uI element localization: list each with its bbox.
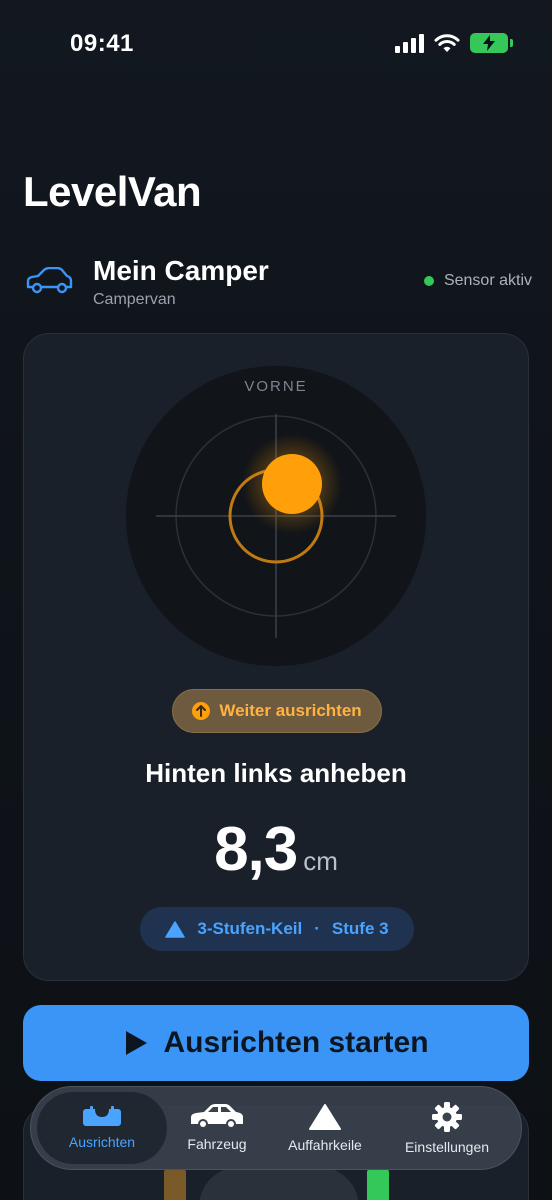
vehicle-selector[interactable]: Mein Camper Campervan Sensor aktiv [24, 255, 532, 311]
signal-icon [395, 33, 424, 53]
start-leveling-label: Ausrichten starten [163, 1026, 429, 1059]
tab-auffahrkeile-label: Auffahrkeile [288, 1137, 362, 1153]
screen: 09:41 LevelVan Mein Camper Campervan Sen… [0, 0, 552, 1200]
triangle-icon [165, 920, 186, 938]
wheel-indicator-right [367, 1169, 389, 1200]
status-bar: 09:41 [0, 0, 552, 90]
leveling-instruction: Hinten links anheben [145, 758, 407, 788]
status-pill-label: Weiter ausrichten [219, 701, 362, 720]
wedge-recommendation: 3-Stufen-Keil · Stufe 3 [140, 907, 414, 951]
play-icon [126, 1031, 148, 1055]
sensor-status: Sensor aktiv [423, 272, 532, 290]
battery-charging-icon [470, 33, 513, 53]
level-icon [83, 1106, 121, 1126]
vehicle-name: Mein Camper [93, 255, 269, 286]
wheel-indicator-left [164, 1169, 186, 1200]
wedge-separator: · [314, 919, 320, 938]
arrow-up-circle-icon [192, 702, 211, 720]
app-title: LevelVan [23, 168, 202, 215]
tab-ausrichten[interactable]: Ausrichten [37, 1092, 167, 1164]
tab-fahrzeug[interactable]: Fahrzeug [167, 1092, 267, 1164]
wedge-name: 3-Stufen-Keil [197, 919, 303, 938]
sensor-status-text: Sensor aktiv [443, 272, 532, 289]
level-card: VORNE Weiter ausrichten Hinten links anh… [23, 333, 529, 981]
tab-einstellungen-label: Einstellungen [404, 1139, 490, 1155]
level-bubble [262, 454, 322, 514]
triangle-icon [309, 1104, 341, 1130]
car-icon [26, 267, 73, 294]
tab-auffahrkeile[interactable]: Auffahrkeile [267, 1092, 383, 1164]
tab-einstellungen[interactable]: Einstellungen [383, 1092, 511, 1164]
status-time: 09:41 [70, 30, 134, 57]
measurement-unit: cm [303, 846, 338, 876]
tab-ausrichten-label: Ausrichten [68, 1134, 136, 1150]
gear-icon [432, 1102, 462, 1132]
tab-fahrzeug-label: Fahrzeug [187, 1136, 247, 1152]
measurement: 8,3 cm [24, 814, 528, 885]
bubble-level-graphic [126, 366, 426, 666]
wifi-icon [434, 34, 460, 52]
sensor-status-dot [423, 276, 434, 286]
status-icons [395, 33, 513, 53]
tab-bar: Ausrichten Fahrzeug Auffahrkeile Einstel… [30, 1086, 522, 1170]
wedge-stage: Stufe 3 [331, 919, 389, 938]
vehicle-preview-shape [199, 1167, 359, 1200]
measurement-value: 8,3 [214, 815, 298, 884]
direction-label: VORNE [244, 378, 308, 395]
vehicle-type: Campervan [93, 291, 176, 308]
car-icon [191, 1104, 243, 1129]
start-leveling-button[interactable]: Ausrichten starten [23, 1005, 529, 1081]
level-gauge: VORNE [126, 366, 426, 666]
status-pill: Weiter ausrichten [172, 689, 382, 733]
